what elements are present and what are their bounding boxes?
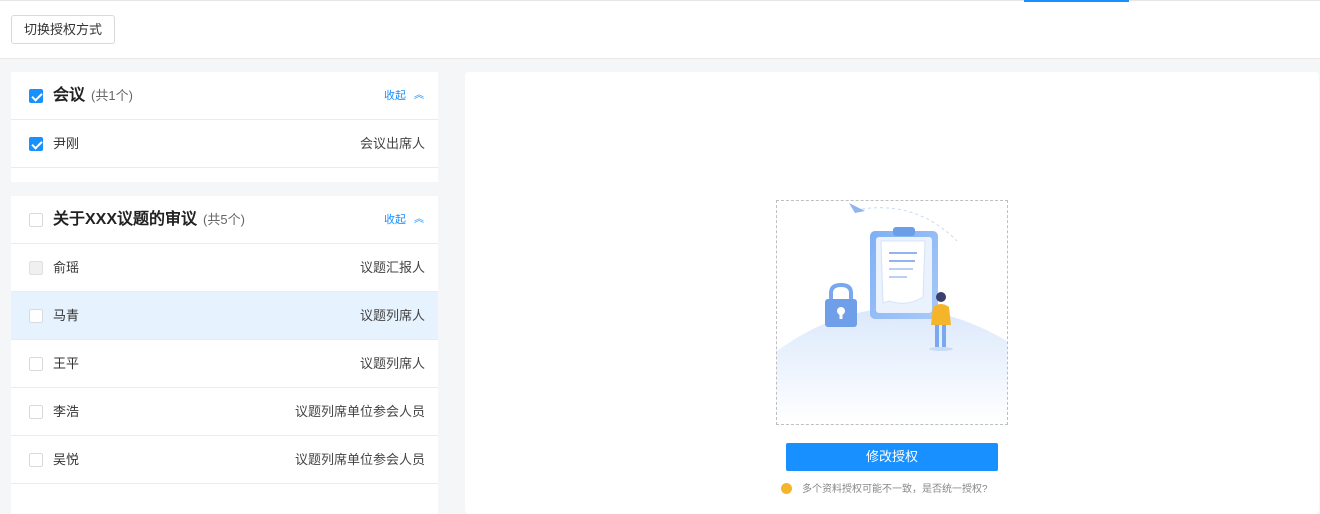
list-item[interactable]: 李浩 议题列席单位参会人员 xyxy=(11,388,438,436)
clipboard-lock-person-illustration xyxy=(777,203,1007,424)
attendee-list-panel: 会议 (共1个) 收起 ︽ 尹刚 会议出席人 关于XXX议题的审议 (共5个) 收起 ︽… xyxy=(11,72,438,514)
group-header-meeting: 会议 (共1个) 收起 ︽ xyxy=(11,72,438,120)
member-name: 马青 xyxy=(53,308,80,323)
member-role: 议题汇报人 xyxy=(359,260,425,275)
member-role: 议题列席单位参会人员 xyxy=(294,452,425,467)
member-checkbox[interactable] xyxy=(29,405,43,419)
group-title: 关于XXX议题的审议 (共5个) xyxy=(53,211,245,228)
member-name: 李浩 xyxy=(53,404,80,419)
member-role: 议题列席单位参会人员 xyxy=(294,404,425,419)
group-count: (共5个) xyxy=(203,212,245,227)
group-title: 会议 (共1个) xyxy=(53,87,133,104)
member-name: 王平 xyxy=(53,356,80,371)
member-checkbox[interactable] xyxy=(29,137,43,151)
member-checkbox[interactable] xyxy=(29,357,43,371)
member-role: 议题列席人 xyxy=(359,308,425,323)
list-item[interactable]: 王平 议题列席人 xyxy=(11,340,438,388)
warning-dot-icon xyxy=(781,482,792,494)
modify-authorization-button[interactable]: 修改授权 xyxy=(786,443,998,471)
hint-text: 多个资料授权可能不一致，是否统一授权? xyxy=(802,484,988,495)
group-checkbox-meeting[interactable] xyxy=(29,89,43,103)
group-separator xyxy=(11,182,438,196)
chevron-up-double-icon: ︽ xyxy=(414,214,424,225)
list-item[interactable]: 马青 议题列席人 xyxy=(11,292,438,340)
member-role: 议题列席人 xyxy=(359,356,425,371)
member-name: 尹刚 xyxy=(53,136,80,151)
authorization-panel: 修改授权 多个资料授权可能不一致，是否统一授权? xyxy=(465,72,1319,514)
member-checkbox xyxy=(29,261,43,275)
member-checkbox[interactable] xyxy=(29,309,43,323)
list-item[interactable]: 吴悦 议题列席单位参会人员 xyxy=(11,436,438,484)
group-header-agenda: 关于XXX议题的审议 (共5个) 收起 ︽ xyxy=(11,196,438,244)
collapse-button[interactable]: 收起 ︽ xyxy=(384,72,424,121)
group-count: (共1个) xyxy=(91,88,133,103)
chevron-up-double-icon: ︽ xyxy=(414,90,424,101)
group-checkbox-agenda[interactable] xyxy=(29,213,43,227)
top-bar: 切换授权方式 xyxy=(0,0,1320,59)
switch-auth-mode-button[interactable]: 切换授权方式 xyxy=(11,15,115,44)
member-name: 吴悦 xyxy=(53,452,80,467)
active-tab-indicator xyxy=(1024,0,1129,2)
list-item[interactable]: 尹刚 会议出席人 xyxy=(11,120,438,168)
authorization-hint: 多个资料授权可能不一致，是否统一授权? xyxy=(781,482,988,498)
collapse-button[interactable]: 收起 ︽ xyxy=(384,196,424,245)
member-name: 俞瑶 xyxy=(53,260,80,275)
empty-state-illustration xyxy=(776,200,1008,425)
list-item[interactable]: 俞瑶 议题汇报人 xyxy=(11,244,438,292)
member-checkbox[interactable] xyxy=(29,453,43,467)
member-role: 会议出席人 xyxy=(359,136,425,151)
